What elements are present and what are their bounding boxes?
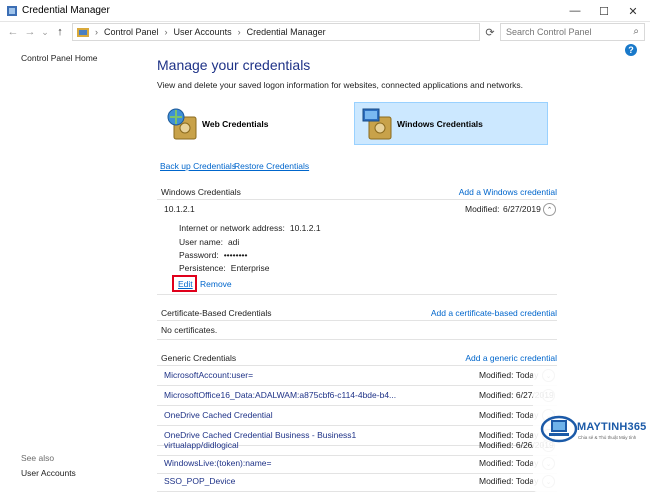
back-button[interactable]: ←: [6, 25, 20, 39]
breadcrumb-separator-icon: ›: [95, 27, 98, 37]
control-panel-icon: [77, 28, 89, 37]
watermark-brand: MAYTINH365: [577, 421, 647, 433]
forward-arrow-icon: →: [24, 26, 36, 38]
user-name-label: User name:: [179, 237, 223, 247]
credential-modified: Modified: Today: [479, 370, 539, 380]
divider: [157, 294, 557, 295]
credential-modified-date: 6/27/2019: [503, 204, 541, 214]
page-title: Manage your credentials: [157, 57, 311, 73]
window-title: Credential Manager: [22, 5, 110, 16]
user-name-value: adi: [227, 237, 240, 247]
title-bar: Credential Manager — ☐ ✕: [0, 0, 650, 22]
page-description: View and delete your saved logon informa…: [157, 80, 524, 90]
list-item[interactable]: SSO_POP_Device Modified: Today ⌄: [157, 472, 557, 492]
persistence-label: Persistence:: [179, 263, 226, 273]
breadcrumb-credential-manager[interactable]: Credential Manager: [247, 27, 326, 37]
credential-modified-label: Modified:: [465, 204, 500, 214]
breadcrumb-control-panel[interactable]: Control Panel: [104, 27, 159, 37]
credential-modified: Modified: Today: [479, 458, 539, 468]
password-value: ••••••••: [223, 250, 248, 260]
see-also-heading: See also: [21, 453, 55, 463]
list-item[interactable]: virtualapp/didlogical Modified: 6/26/201…: [157, 436, 557, 456]
maximize-button[interactable]: ☐: [589, 0, 619, 22]
credential-manager-app-icon: [7, 6, 17, 16]
list-item[interactable]: MicrosoftAccount:user= Modified: Today ⌄: [157, 366, 557, 386]
divider: [157, 320, 557, 321]
windows-credentials-icon: [362, 108, 392, 139]
windows-credentials-label: Windows Credentials: [397, 118, 483, 129]
address-bar: ← → ⌄ ↑ › Control Panel › User Accounts …: [0, 22, 650, 42]
generic-credentials-heading: Generic Credentials: [161, 353, 237, 363]
close-icon: ✕: [628, 5, 638, 18]
network-address-row: Internet or network address: 10.1.2.1: [179, 223, 321, 233]
up-button[interactable]: ↑: [53, 25, 67, 39]
up-arrow-icon: ↑: [57, 26, 63, 38]
search-input[interactable]: [501, 24, 621, 40]
back-arrow-icon: ←: [7, 26, 19, 38]
refresh-icon: ⟳: [485, 26, 495, 39]
breadcrumb[interactable]: › Control Panel › User Accounts › Creden…: [72, 23, 480, 41]
user-accounts-link[interactable]: User Accounts: [21, 468, 76, 478]
add-windows-credential-link[interactable]: Add a Windows credential: [459, 187, 557, 197]
chevron-up-icon: ⌃: [546, 206, 553, 214]
minimize-icon: —: [569, 5, 581, 17]
breadcrumb-separator-icon: ›: [237, 27, 241, 37]
network-address-label: Internet or network address:: [179, 223, 285, 233]
close-button[interactable]: ✕: [618, 0, 648, 22]
add-generic-credential-link[interactable]: Add a generic credential: [465, 353, 557, 363]
credential-name: SSO_POP_Device: [164, 476, 236, 486]
chevron-down-icon: ⌄: [41, 26, 49, 37]
password-row: Password: ••••••••: [179, 250, 248, 260]
refresh-button[interactable]: ⟳: [483, 23, 497, 41]
certificate-credentials-heading: Certificate-Based Credentials: [161, 308, 272, 318]
credential-name: virtualapp/didlogical: [164, 440, 239, 450]
forward-button[interactable]: →: [23, 25, 37, 39]
network-address-value: 10.1.2.1: [289, 223, 321, 233]
web-credentials-label: Web Credentials: [202, 118, 269, 129]
control-panel-home-link[interactable]: Control Panel Home: [21, 53, 98, 63]
persistence-row: Persistence: Enterprise: [179, 263, 270, 273]
collapse-button[interactable]: ⌃: [543, 203, 556, 216]
persistence-value: Enterprise: [230, 263, 270, 273]
breadcrumb-user-accounts[interactable]: User Accounts: [174, 27, 232, 37]
maximize-icon: ☐: [599, 5, 609, 18]
no-certificates-text: No certificates.: [161, 325, 218, 335]
credential-modified: Modified: Today: [479, 410, 539, 420]
credential-name: MicrosoftAccount:user=: [164, 370, 254, 380]
credential-modified: Modified: Today: [479, 476, 539, 486]
restore-credentials-link[interactable]: Restore Credentials: [234, 161, 309, 171]
divider: [157, 199, 557, 200]
password-label: Password:: [179, 250, 219, 260]
web-credentials-tile[interactable]: Web Credentials: [160, 102, 350, 145]
search-box[interactable]: ⌕: [500, 23, 645, 41]
web-credentials-icon: [167, 108, 197, 139]
search-icon: ⌕: [633, 26, 639, 37]
list-item[interactable]: MicrosoftOffice16_Data:ADALWAM:a875cbf6-…: [157, 386, 557, 406]
list-item[interactable]: WindowsLive:(token):name= Modified: Toda…: [157, 454, 557, 474]
watermark-tagline: Chia sẻ & Thủ thuật Máy tính: [578, 435, 637, 440]
credential-name: OneDrive Cached Credential: [164, 410, 273, 420]
add-certificate-credential-link[interactable]: Add a certificate-based credential: [431, 308, 557, 318]
back-up-credentials-link[interactable]: Back up Credentials: [160, 161, 236, 171]
user-name-row: User name: adi: [179, 237, 239, 247]
divider: [157, 339, 557, 340]
recent-locations-button[interactable]: ⌄: [38, 25, 52, 39]
watermark: MAYTINH365 Chia sẻ & Thủ thuật Máy tính: [533, 368, 650, 492]
edit-link[interactable]: Edit: [178, 279, 193, 289]
credential-name: MicrosoftOffice16_Data:ADALWAM:a875cbf6-…: [164, 390, 397, 400]
maytinh365-logo-icon: [540, 415, 578, 443]
windows-credentials-heading: Windows Credentials: [161, 187, 241, 197]
list-item[interactable]: OneDrive Cached Credential Modified: Tod…: [157, 406, 557, 426]
minimize-button[interactable]: —: [560, 0, 590, 22]
breadcrumb-separator-icon: ›: [164, 27, 168, 37]
windows-credentials-tile[interactable]: Windows Credentials: [354, 102, 548, 145]
help-icon[interactable]: ?: [625, 44, 637, 56]
credential-name: WindowsLive:(token):name=: [164, 458, 272, 468]
remove-link[interactable]: Remove: [200, 279, 232, 289]
credential-entry-name[interactable]: 10.1.2.1: [164, 204, 195, 214]
